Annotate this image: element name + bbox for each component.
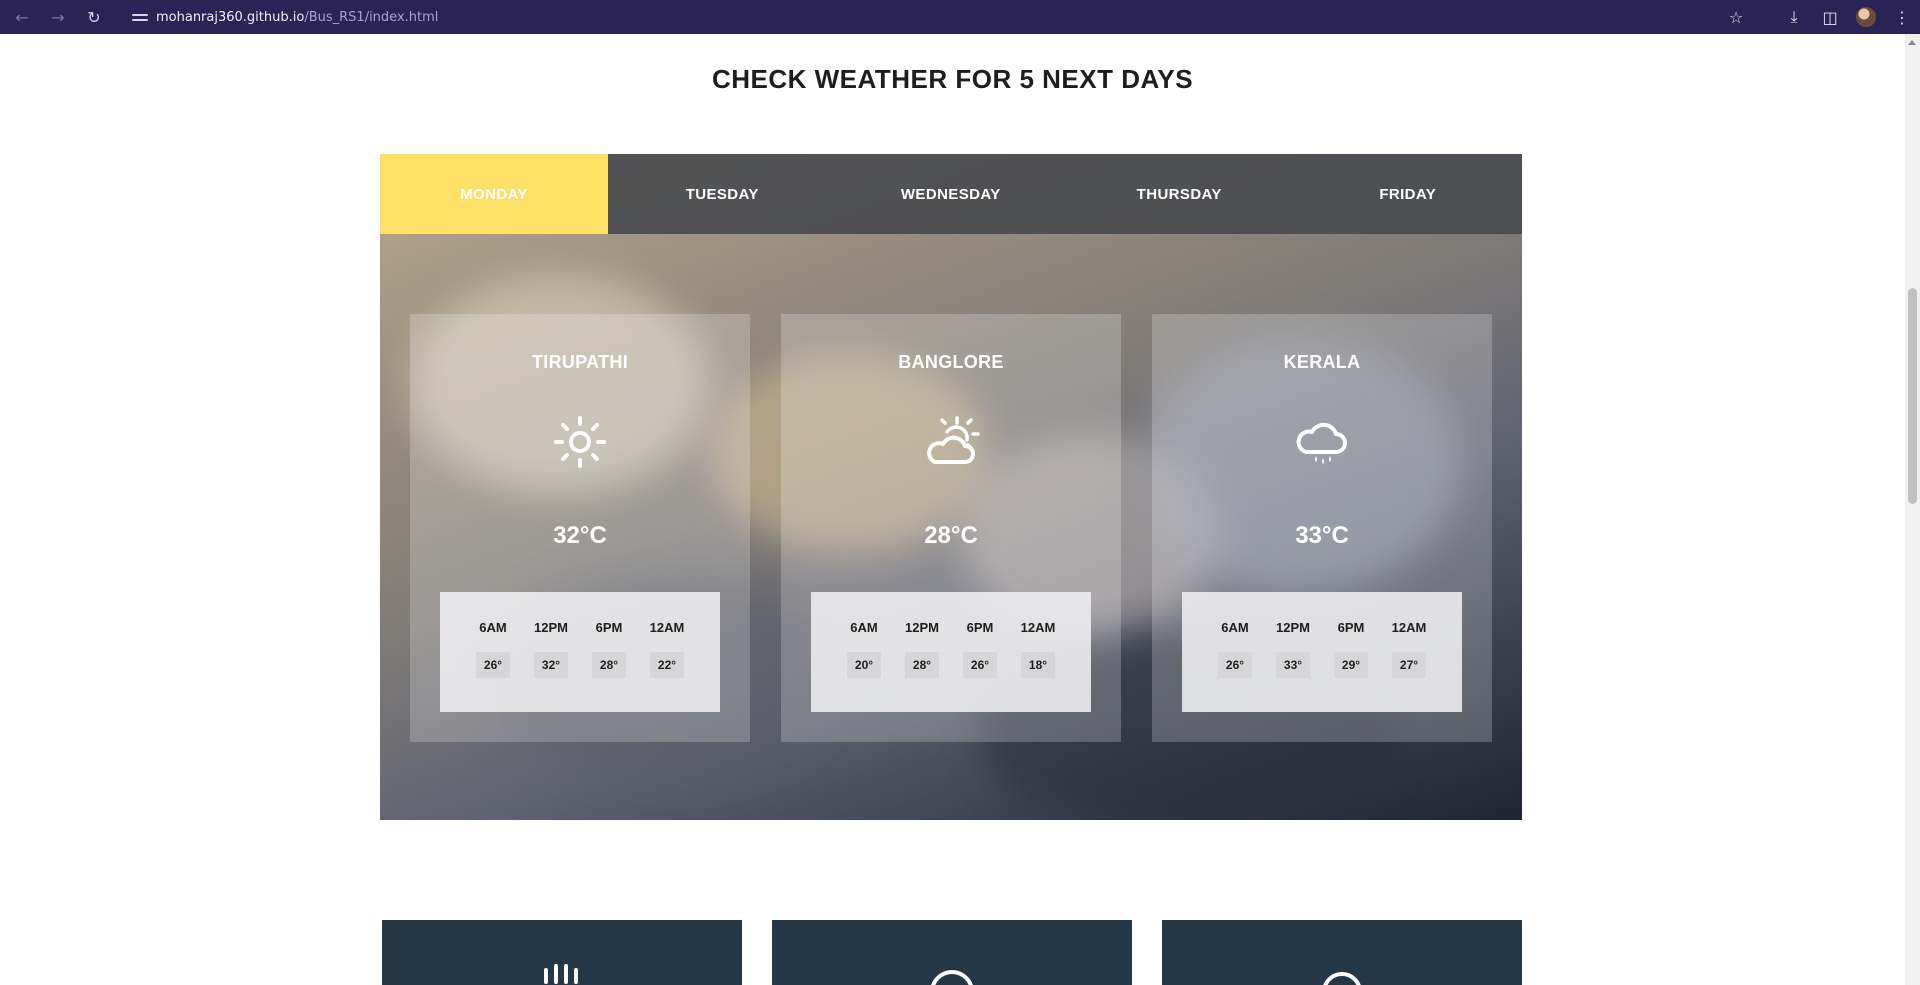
city-card: KERALA 33°C 6AM 26° 12PM 33° 6PM 29° 12AM 27… (1152, 314, 1492, 742)
rain-cloud-icon (1296, 422, 1347, 464)
hour-item: 12PM 28° (903, 620, 941, 712)
city-name: BANGLORE (898, 352, 1004, 372)
city-name: TIRUPATHI (531, 352, 629, 372)
sidebar-icon[interactable]: ◫ (1812, 0, 1848, 34)
page-scrollbar[interactable] (1905, 34, 1920, 985)
hour-label: 6PM (595, 620, 623, 635)
feature-card (772, 920, 1132, 985)
hour-temp: 28° (592, 652, 626, 678)
city-card: BANGLORE 28°C 6AM 20° 12PM 28° 6PM 26° 1… (781, 314, 1121, 742)
hour-item: 12PM 32° (532, 620, 570, 712)
hour-temp: 28° (905, 652, 939, 678)
hour-item: 6PM 29° (1332, 620, 1370, 712)
sun-icon (554, 416, 606, 468)
hour-label: 12AM (649, 620, 685, 635)
feature-card (382, 920, 742, 985)
city-name: KERALA (1283, 352, 1361, 372)
url-path: /Bus_RS1/index.html (304, 9, 439, 25)
hour-label: 12AM (1391, 620, 1427, 635)
hour-label: 6AM (479, 620, 507, 635)
scroll-thumb[interactable] (1908, 288, 1917, 504)
url-host: mohanraj360.github.io (156, 9, 305, 25)
back-arrow-icon[interactable]: ← (8, 3, 36, 31)
hour-temp: 33° (1276, 652, 1310, 678)
feature-icon (544, 964, 578, 984)
hour-label: 12PM (905, 620, 939, 635)
download-icon[interactable]: ⤓ (1776, 0, 1812, 34)
address-bar[interactable]: mohanraj360.github.io/Bus_RS1/index.html (122, 4, 1762, 30)
forward-arrow-icon[interactable]: → (44, 3, 72, 31)
hour-item: 12AM 22° (648, 620, 686, 712)
hour-item: 6PM 26° (961, 620, 999, 712)
browser-toolbar: ← → ↻ mohanraj360.github.io/Bus_RS1/inde… (0, 0, 1920, 34)
hour-item: 12AM 27° (1390, 620, 1428, 712)
city-cards: TIRUPATHI 32°C 6AM 26° 12PM 32° 6PM 28° 12A (410, 314, 1492, 742)
feature-icon (1323, 972, 1361, 985)
hour-item: 6AM 26° (1216, 620, 1254, 712)
day-tabs: MONDAY TUESDAY WEDNESDAY THURSDAY FRIDAY (380, 154, 1522, 234)
hour-temp: 27° (1392, 652, 1426, 678)
tab-thursday[interactable]: THURSDAY (1065, 154, 1294, 234)
hour-temp: 26° (963, 652, 997, 678)
hour-temp: 26° (476, 652, 510, 678)
feature-cards (382, 920, 1522, 985)
site-info-icon[interactable] (132, 9, 148, 25)
hourly-forecast: 6AM 26° 12PM 32° 6PM 28° 12AM 22° (440, 592, 720, 712)
hour-temp: 26° (1218, 652, 1252, 678)
hour-item: 6AM 20° (845, 620, 883, 712)
city-temperature: 28°C (924, 522, 978, 549)
section-title: CHECK WEATHER FOR 5 NEXT DAYS (711, 64, 1194, 94)
weather-panel: MONDAY TUESDAY WEDNESDAY THURSDAY FRIDAY… (380, 154, 1522, 820)
profile-avatar[interactable] (1848, 0, 1884, 34)
hour-temp: 20° (847, 652, 881, 678)
hour-item: 6AM 26° (474, 620, 512, 712)
city-card: TIRUPATHI 32°C 6AM 26° 12PM 32° 6PM 28° 12A (410, 314, 750, 742)
scroll-up-arrow-icon[interactable] (1908, 40, 1916, 45)
feature-icon (931, 970, 973, 985)
hourly-forecast: 6AM 26° 12PM 33° 6PM 29° 12AM 27° (1182, 592, 1462, 712)
hour-item: 12AM 18° (1019, 620, 1057, 712)
hour-temp: 18° (1021, 652, 1055, 678)
hour-label: 6AM (850, 620, 878, 635)
hour-label: 12PM (534, 620, 568, 635)
hour-label: 12AM (1020, 620, 1056, 635)
partly-cloudy-icon (927, 416, 980, 464)
hour-label: 6AM (1221, 620, 1249, 635)
feature-card (1162, 920, 1522, 985)
hour-label: 6PM (966, 620, 994, 635)
menu-icon[interactable]: ⋮ (1884, 0, 1920, 34)
tab-tuesday[interactable]: TUESDAY (608, 154, 837, 234)
hour-label: 6PM (1337, 620, 1365, 635)
city-temperature: 33°C (1295, 522, 1349, 549)
hour-temp: 22° (650, 652, 684, 678)
reload-icon[interactable]: ↻ (80, 3, 108, 31)
city-temperature: 32°C (553, 522, 607, 549)
hour-temp: 29° (1334, 652, 1368, 678)
star-icon[interactable]: ☆ (1718, 0, 1754, 34)
tab-wednesday[interactable]: WEDNESDAY (837, 154, 1066, 234)
hour-temp: 32° (534, 652, 568, 678)
hour-label: 12PM (1276, 620, 1310, 635)
hourly-forecast: 6AM 20° 12PM 28° 6PM 26° 12AM 18° (811, 592, 1091, 712)
hour-item: 6PM 28° (590, 620, 628, 712)
tab-friday[interactable]: FRIDAY (1294, 154, 1523, 234)
hour-item: 12PM 33° (1274, 620, 1312, 712)
page-content: CHECK WEATHER FOR 5 NEXT DAYS MONDAY TUE… (0, 34, 1905, 985)
tab-monday[interactable]: MONDAY (380, 154, 608, 234)
